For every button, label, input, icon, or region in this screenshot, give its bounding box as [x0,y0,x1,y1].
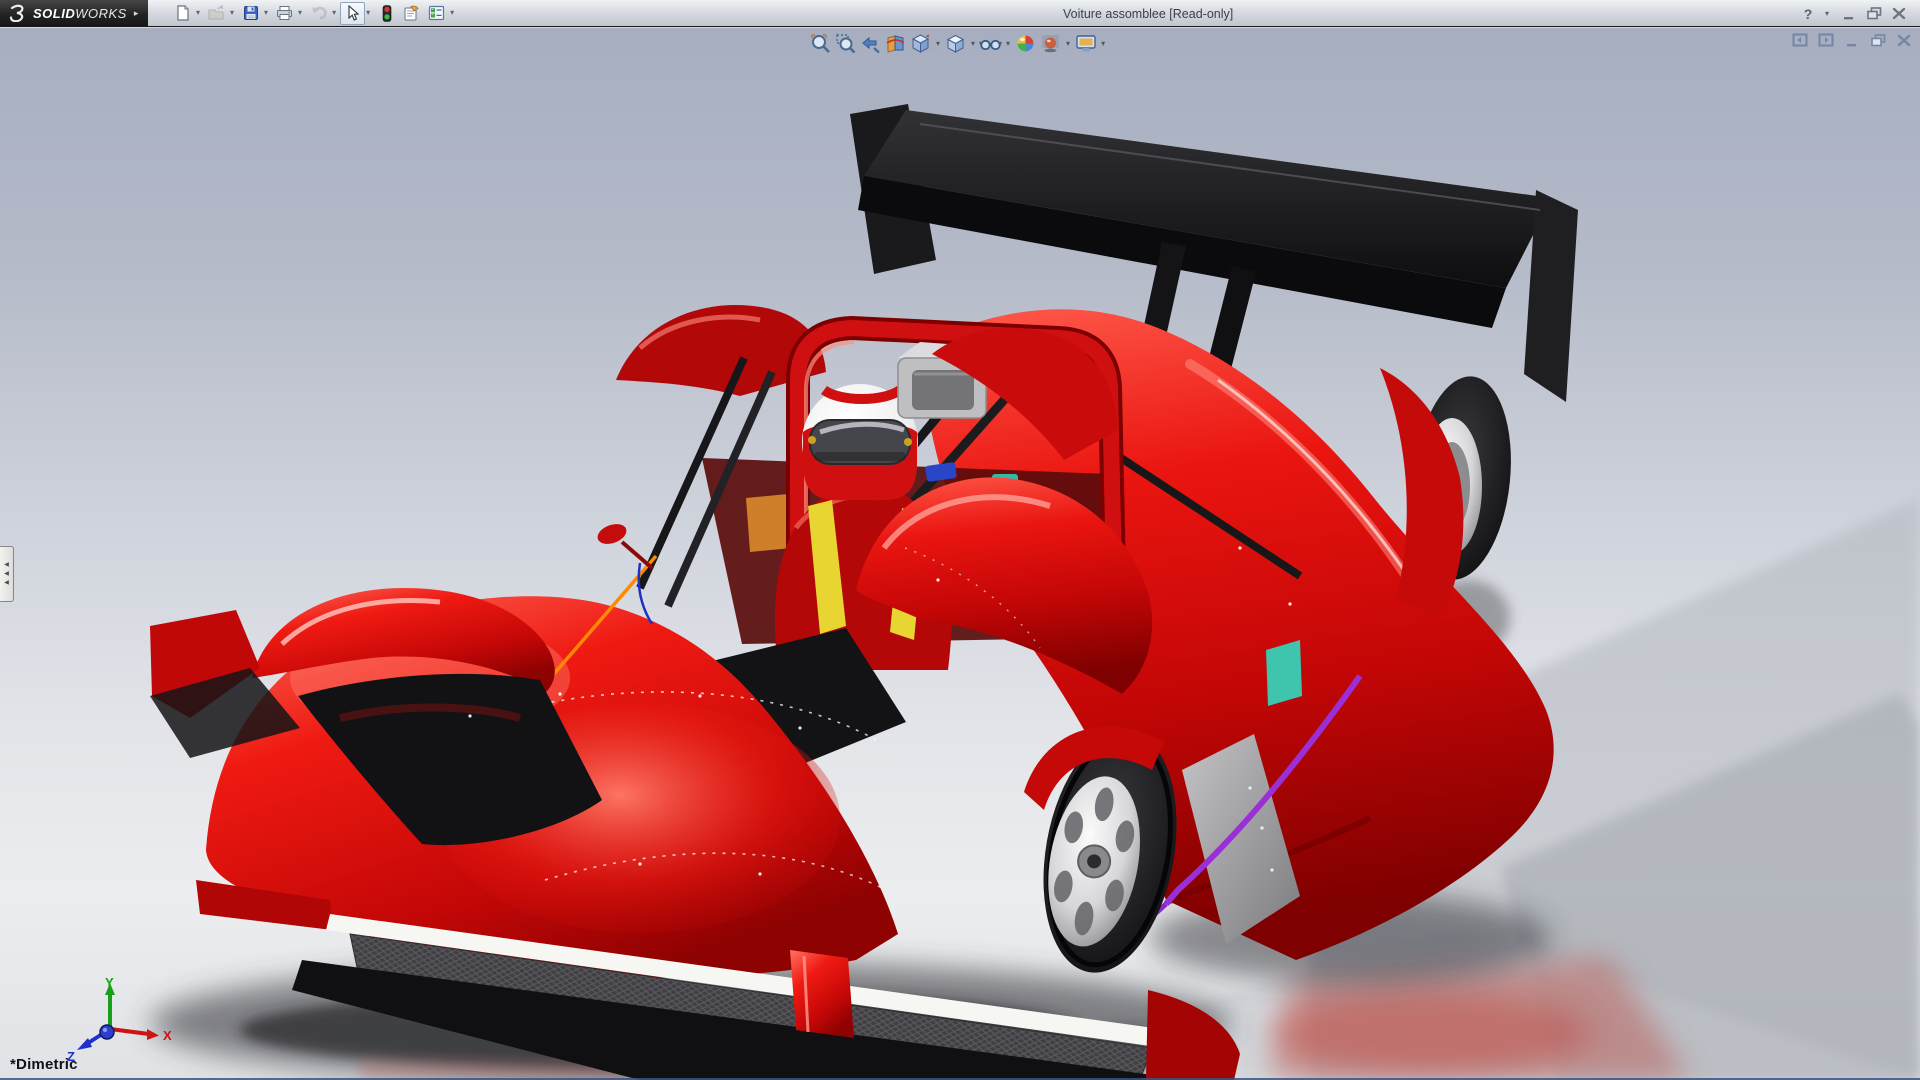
open-dropdown-caret[interactable]: ▾ [230,9,234,17]
pane-right-button[interactable] [1817,32,1835,48]
rebuild-icon [382,5,392,22]
pane-left-button[interactable] [1791,32,1809,48]
pane-right-icon [1818,33,1834,47]
view-orientation-label: *Dimetric [10,1056,78,1073]
brand-name: SOLIDWORKS [33,6,127,21]
solidworks-window: SOLIDWORKS ▸ ▾ ▾ [0,0,1920,1080]
file-properties-icon [428,5,445,21]
new-dropdown-caret[interactable]: ▾ [196,9,200,17]
undo-icon [310,5,328,21]
print-dropdown-caret[interactable]: ▾ [298,9,302,17]
close-button[interactable] [1890,5,1908,23]
minimize-button[interactable] [1840,5,1858,23]
zoom-to-fit-button[interactable] [808,31,833,56]
solidworks-logo[interactable]: SOLIDWORKS ▸ [0,0,148,27]
open-document-button[interactable] [204,2,229,25]
new-document-icon [175,5,191,21]
pane-left-icon [1792,33,1808,47]
ds-swirl-icon [8,4,28,22]
open-document-icon [208,5,225,21]
triad-x-label: X [163,1028,172,1043]
doc-close-icon [1897,34,1911,47]
close-icon [1892,7,1906,20]
select-cursor-icon [346,5,360,21]
select-cursor-button[interactable] [340,2,365,25]
display-style-icon [945,33,966,54]
tab-arrow-icon: ◀ [4,571,9,577]
model-render [0,28,1920,1080]
tab-arrow-icon: ◀ [4,562,9,568]
doc-restore-icon [1871,34,1886,47]
previous-view-button[interactable] [858,31,883,56]
print-icon [276,5,293,21]
view-orientation-button[interactable] [908,31,933,56]
view-orientation-caret[interactable]: ▾ [936,39,940,48]
options-button[interactable] [399,2,424,25]
minimize-icon [1843,8,1856,20]
hide-show-items-button[interactable] [978,31,1003,56]
document-window-controls [1791,32,1913,48]
edit-appearance-button[interactable] [1013,31,1038,56]
undo-dropdown-caret[interactable]: ▾ [332,9,336,17]
standard-toolbar: ▾ ▾ ▾ [170,2,458,25]
hide-show-items-icon [979,33,1002,54]
undo-button[interactable] [306,2,331,25]
title-bar: SOLIDWORKS ▸ ▾ ▾ [0,0,1920,27]
display-style-caret[interactable]: ▾ [971,39,975,48]
section-view-button[interactable] [883,31,908,56]
section-view-icon [885,33,906,54]
save-button[interactable] [238,2,263,25]
zoom-to-area-button[interactable] [833,31,858,56]
menu-expand-icon[interactable]: ▸ [134,8,139,19]
edit-appearance-icon [1015,33,1036,54]
help-dropdown-caret[interactable]: ▾ [1825,10,1829,18]
restore-icon [1867,7,1882,20]
tab-arrow-icon: ◀ [4,580,9,586]
previous-view-icon [860,33,881,54]
view-orientation-icon [910,33,931,54]
zoom-to-fit-icon [810,33,831,54]
doc-minimize-button[interactable] [1843,32,1861,48]
triad-y-label: Y [105,977,114,990]
apply-scene-button[interactable] [1038,31,1063,56]
teal-accent [1266,640,1302,706]
doc-close-button[interactable] [1895,32,1913,48]
zoom-to-area-icon [835,33,856,54]
view-settings-caret[interactable]: ▾ [1101,39,1105,48]
doc-restore-button[interactable] [1869,32,1887,48]
select-dropdown-caret[interactable]: ▾ [366,9,370,17]
apply-scene-caret[interactable]: ▾ [1066,39,1070,48]
view-settings-button[interactable] [1073,31,1098,56]
rebuild-button[interactable] [374,2,399,25]
graphics-area[interactable]: ▾ ▾ ▾ [0,28,1920,1080]
print-button[interactable] [272,2,297,25]
feature-manager-collapsed-tab[interactable]: ◀ ◀ ◀ [0,546,14,602]
rear-wheel [1380,368,1520,618]
save-icon [243,5,259,21]
new-document-button[interactable] [170,2,195,25]
save-dropdown-caret[interactable]: ▾ [264,9,268,17]
display-style-button[interactable] [943,31,968,56]
file-properties-dropdown-caret[interactable]: ▾ [450,9,454,17]
hide-show-items-caret[interactable]: ▾ [1006,39,1010,48]
headsup-view-toolbar: ▾ ▾ ▾ [808,31,1108,56]
view-settings-icon [1075,33,1097,54]
options-icon [403,5,420,21]
help-button[interactable]: ? [1799,5,1817,23]
restore-button[interactable] [1865,5,1883,23]
window-title: Voiture assomblee [Read-only] [1063,7,1233,21]
apply-scene-icon [1040,33,1061,54]
doc-minimize-icon [1846,34,1859,47]
file-properties-button[interactable] [424,2,449,25]
window-controls: ? ▾ [1799,2,1908,25]
